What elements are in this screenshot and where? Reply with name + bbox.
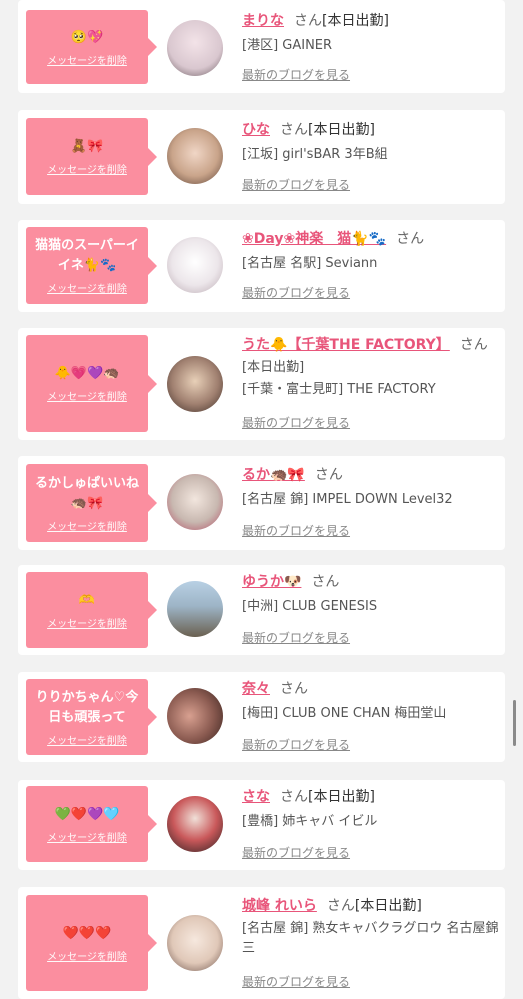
message-text: ❤️❤️❤️	[62, 925, 112, 941]
girl-name-link[interactable]: うた🐥【千葉THE FACTORY】	[242, 337, 450, 353]
status-label: [本日出勤]	[322, 13, 389, 29]
delete-message-link[interactable]: メッセージを削除	[47, 52, 127, 67]
avatar[interactable]	[167, 237, 223, 293]
latest-blog-link[interactable]: 最新のブログを見る	[242, 973, 350, 990]
message-text: 猫猫のスーパーイイネ🐈🐾	[35, 238, 139, 273]
honorific: さん	[396, 231, 425, 247]
avatar[interactable]	[167, 20, 223, 76]
delete-message-link[interactable]: メッセージを削除	[47, 732, 127, 747]
status-label: [本日出勤]	[354, 898, 422, 914]
shop-label: [江坂] girl'sBAR 3年B組	[242, 147, 388, 162]
latest-blog-link[interactable]: 最新のブログを見る	[242, 736, 350, 753]
girl-name-link[interactable]: さな	[242, 789, 270, 805]
message-card: りりかちゃん♡今日も頑張って メッセージを削除 奈々 さん [梅田] CLUB O…	[18, 672, 505, 762]
girl-name-link[interactable]: まりな	[242, 13, 284, 29]
shop-label: [中洲] CLUB GENESIS	[242, 599, 378, 614]
girl-name-link[interactable]: ひな	[242, 122, 270, 138]
delete-message-link[interactable]: メッセージを削除	[47, 518, 127, 533]
message-card: 🥺💖 メッセージを削除 まりな さん[本日出勤] [港区] GAINER 最新のブ…	[18, 0, 505, 93]
message-text: 💚❤️💜🩵	[54, 806, 120, 822]
message-card: 💚❤️💜🩵 メッセージを削除 さな さん[本日出勤] [豊橋] 姉キャバ イビル …	[18, 780, 505, 870]
avatar[interactable]	[167, 796, 223, 852]
message-bubble: 🥺💖 メッセージを削除	[26, 10, 157, 84]
latest-blog-link[interactable]: 最新のブログを見る	[242, 176, 350, 193]
message-text: 🧸🎀	[70, 139, 104, 154]
shop-label: [豊橋] 姉キャバ イビル	[242, 814, 378, 829]
message-bubble: 🫶 メッセージを削除	[26, 572, 157, 648]
message-bubble: りりかちゃん♡今日も頑張って メッセージを削除	[26, 679, 157, 755]
honorific: さん	[280, 789, 308, 805]
honorific: さん	[280, 122, 308, 138]
message-bubble: るかしゅぱいいね🦔🎀 メッセージを削除	[26, 464, 157, 542]
latest-blog-link[interactable]: 最新のブログを見る	[242, 522, 350, 539]
scrollbar-thumb[interactable]	[513, 700, 516, 746]
message-text: るかしゅぱいいね🦔🎀	[34, 475, 139, 511]
honorific: さん	[280, 681, 308, 697]
delete-message-link[interactable]: メッセージを削除	[47, 615, 127, 630]
latest-blog-link[interactable]: 最新のブログを見る	[242, 284, 350, 301]
avatar[interactable]	[167, 581, 223, 637]
message-card: 🐥💗💜🦔 メッセージを削除 うた🐥【千葉THE FACTORY】 さん [本日出勤…	[18, 328, 505, 440]
shop-label: [名古屋 錦] 熟女キャバクラグロウ 名古屋錦三	[242, 921, 499, 956]
girl-name-link[interactable]: 奈々	[242, 681, 270, 697]
message-text: りりかちゃん♡今日も頑張って	[35, 689, 139, 725]
message-bubble: 🐥💗💜🦔 メッセージを削除	[26, 335, 157, 432]
shop-label: [梅田] CLUB ONE CHAN 梅田堂山	[242, 706, 447, 721]
avatar[interactable]	[167, 474, 223, 530]
honorific: さん	[326, 898, 355, 914]
message-text: 🐥💗💜🦔	[54, 366, 120, 381]
avatar[interactable]	[167, 356, 223, 412]
girl-name-link[interactable]: るか🦔🎀	[242, 467, 305, 483]
status-label: [本日出勤]	[308, 789, 375, 805]
status-label: [本日出勤]	[242, 360, 305, 375]
latest-blog-link[interactable]: 最新のブログを見る	[242, 844, 350, 861]
avatar[interactable]	[167, 128, 223, 184]
honorific: さん	[294, 13, 322, 29]
avatar[interactable]	[167, 688, 223, 744]
message-bubble: 猫猫のスーパーイイネ🐈🐾 メッセージを削除	[26, 227, 157, 304]
message-text: 🥺💖	[70, 29, 104, 45]
message-card: 🧸🎀 メッセージを削除 ひな さん[本日出勤] [江坂] girl'sBAR 3年…	[18, 110, 505, 204]
latest-blog-link[interactable]: 最新のブログを見る	[242, 629, 350, 646]
message-card: ❤️❤️❤️ メッセージを削除 城峰 れいら さん[本日出勤] [名古屋 錦] 熟…	[18, 887, 505, 999]
message-bubble: ❤️❤️❤️ メッセージを削除	[26, 895, 157, 991]
latest-blog-link[interactable]: 最新のブログを見る	[242, 66, 350, 83]
honorific: さん	[459, 337, 488, 353]
honorific: さん	[314, 467, 343, 483]
delete-message-link[interactable]: メッセージを削除	[47, 388, 127, 403]
delete-message-link[interactable]: メッセージを削除	[47, 161, 127, 176]
shop-label: [名古屋 錦] IMPEL DOWN Level32	[242, 492, 453, 507]
delete-message-link[interactable]: メッセージを削除	[47, 948, 127, 963]
honorific: さん	[311, 574, 340, 590]
shop-label: [千葉・富士見町] THE FACTORY	[242, 382, 436, 397]
girl-name-link[interactable]: 城峰 れいら	[242, 898, 317, 914]
message-card: 猫猫のスーパーイイネ🐈🐾 メッセージを削除 ❀Day❀神楽 猫🐈🐾 さん [名古屋…	[18, 220, 505, 312]
message-bubble: 💚❤️💜🩵 メッセージを削除	[26, 786, 157, 862]
latest-blog-link[interactable]: 最新のブログを見る	[242, 414, 350, 431]
girl-name-link[interactable]: ❀Day❀神楽 猫🐈🐾	[242, 231, 386, 247]
avatar[interactable]	[167, 915, 223, 971]
message-bubble: 🧸🎀 メッセージを削除	[26, 118, 157, 195]
shop-label: [港区] GAINER	[242, 38, 333, 53]
status-label: [本日出勤]	[308, 122, 375, 138]
message-card: 🫶 メッセージを削除 ゆうか🐶 さん [中洲] CLUB GENESIS 最新のブ…	[18, 565, 505, 655]
message-card: るかしゅぱいいね🦔🎀 メッセージを削除 るか🦔🎀 さん [名古屋 錦] IMPEL…	[18, 456, 505, 550]
message-text: 🫶	[78, 592, 96, 608]
delete-message-link[interactable]: メッセージを削除	[47, 829, 127, 844]
girl-name-link[interactable]: ゆうか🐶	[242, 574, 301, 590]
delete-message-link[interactable]: メッセージを削除	[47, 280, 127, 295]
shop-label: [名古屋 名駅] Seviann	[242, 256, 378, 271]
